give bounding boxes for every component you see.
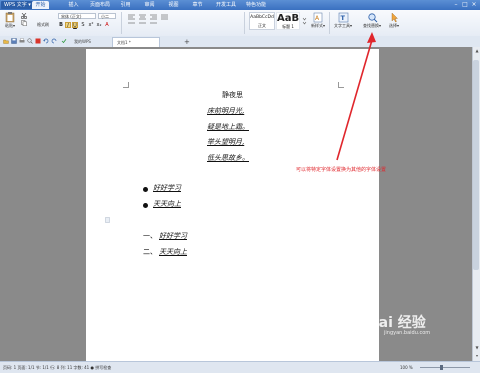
zoom-level[interactable]: 100 % <box>400 362 413 373</box>
scroll-down-icon[interactable]: ▼ <box>474 345 480 351</box>
status-info: 页码: 1 页面: 1/1 节: 1/1 行: 8 列: 11 字数: 41 ●… <box>3 365 112 370</box>
zoom-slider-track[interactable] <box>420 367 470 368</box>
scroll-up-icon[interactable]: ▲ <box>474 48 480 54</box>
watermark-logo: Bai 经验 <box>368 315 426 331</box>
page-down-icon[interactable]: ▾ <box>474 353 480 359</box>
status-bar: 页码: 1 页面: 1/1 节: 1/1 行: 8 列: 11 字数: 41 ●… <box>0 361 480 373</box>
scrollbar-thumb[interactable] <box>473 60 479 270</box>
zoom-slider-handle[interactable] <box>440 365 443 370</box>
annotation-text: 可以将特定字体设置换为其他的字体设置 <box>296 167 387 173</box>
watermark-url: jingyan.baidu.com <box>384 330 431 336</box>
